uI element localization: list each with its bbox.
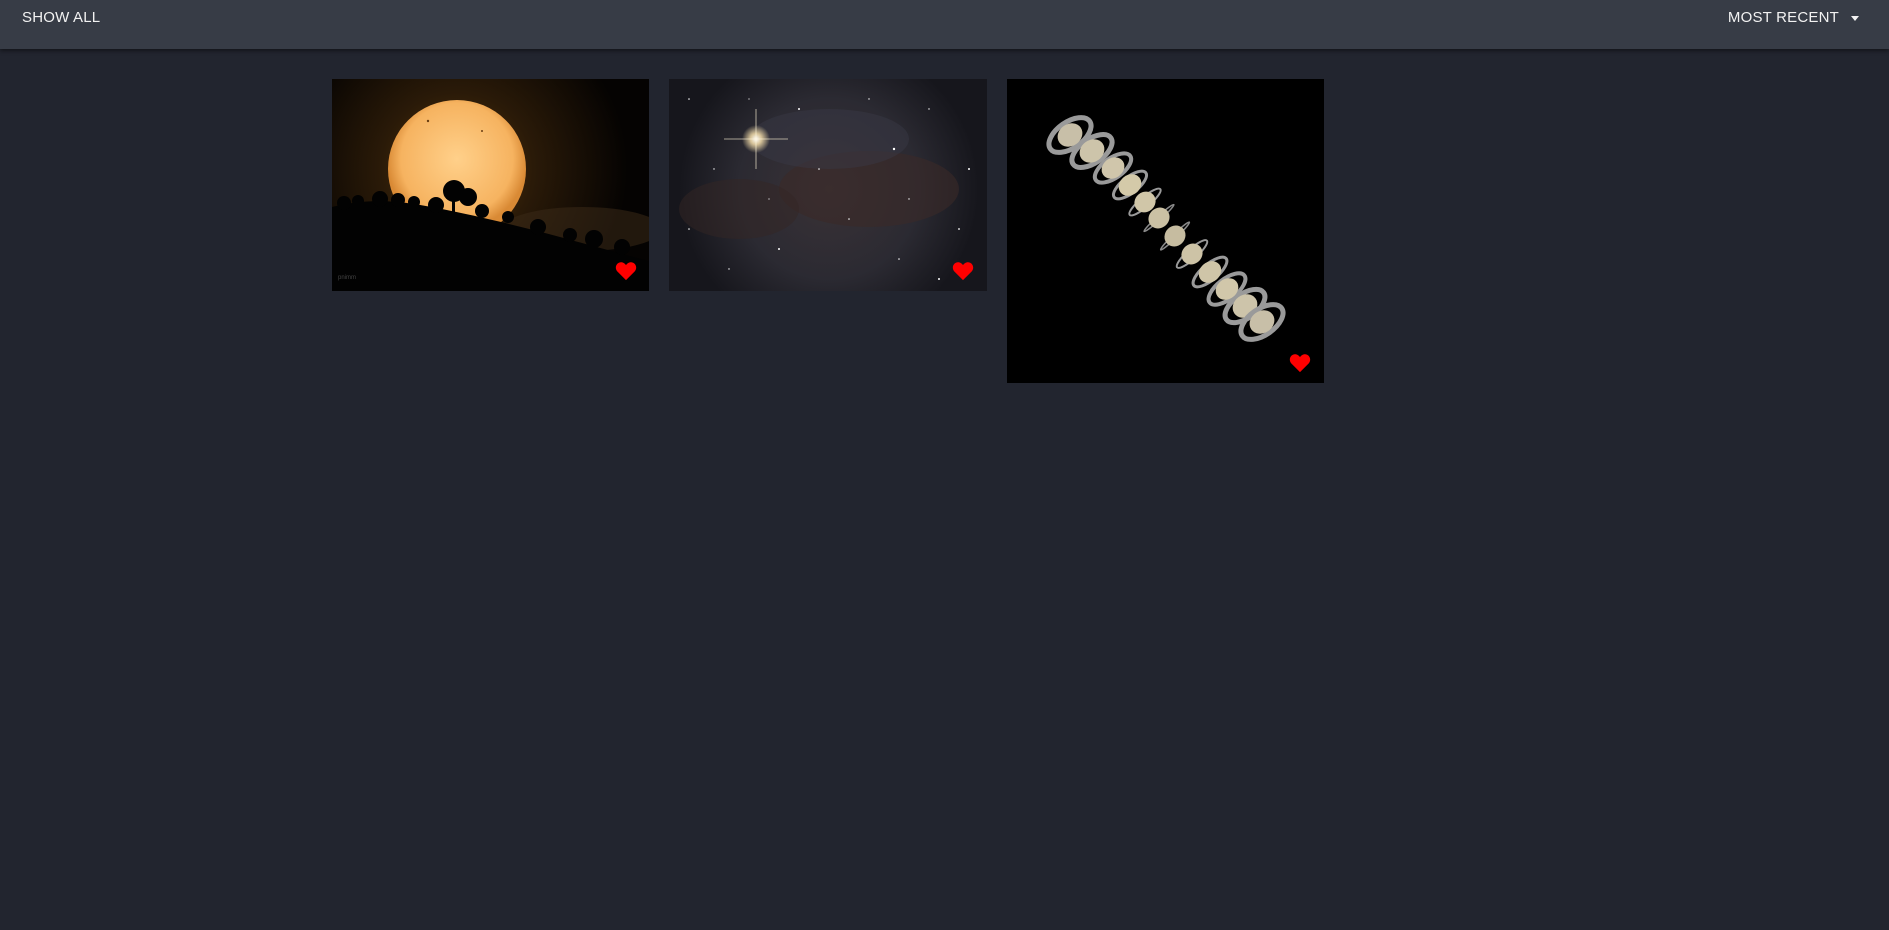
favorite-heart-icon[interactable] bbox=[615, 261, 637, 281]
favorite-heart-icon[interactable] bbox=[1289, 353, 1311, 373]
sort-dropdown[interactable]: MOST RECENT bbox=[1728, 9, 1859, 26]
sort-label: MOST RECENT bbox=[1727, 9, 1839, 26]
top-toolbar: SHOW ALL MOST RECENT bbox=[0, 0, 1889, 49]
favorite-heart-icon[interactable] bbox=[952, 261, 974, 281]
sun-image: pnimm bbox=[332, 79, 649, 291]
gallery-card-saturn[interactable] bbox=[1007, 79, 1324, 383]
show-all-button[interactable]: SHOW ALL bbox=[22, 9, 100, 26]
svg-text:pnimm: pnimm bbox=[338, 275, 356, 281]
nebula-image bbox=[669, 79, 987, 291]
gallery-card-nebula[interactable] bbox=[669, 79, 987, 291]
chevron-down-icon bbox=[1851, 15, 1859, 21]
gallery-card-sun[interactable]: pnimm bbox=[332, 79, 649, 291]
saturn-image bbox=[1007, 79, 1324, 383]
